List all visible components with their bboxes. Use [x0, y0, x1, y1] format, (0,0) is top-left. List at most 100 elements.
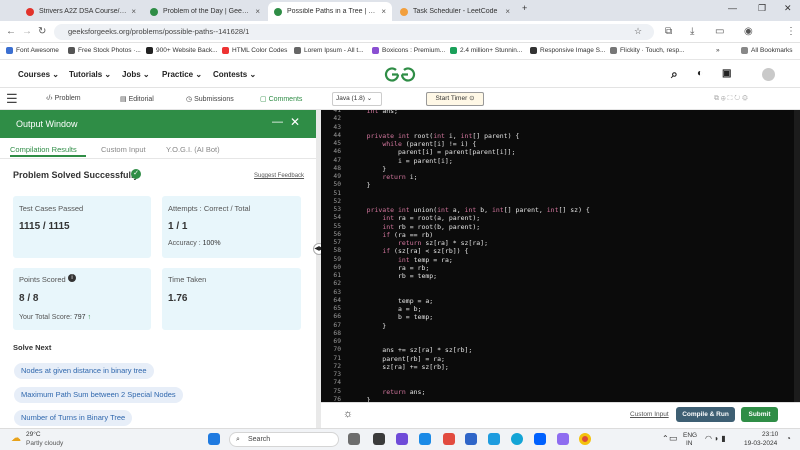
split-view-icon[interactable]: ▭ [715, 26, 724, 37]
avatar[interactable] [762, 68, 775, 81]
custom-input-link[interactable]: Custom Input [630, 411, 669, 418]
chrome-icon[interactable] [579, 433, 591, 445]
taskbar-app-icon[interactable] [511, 433, 523, 445]
taskbar-app-icon[interactable] [443, 433, 455, 445]
theme-toggle-icon[interactable]: ☼ [343, 408, 353, 420]
code-line[interactable]: int temp = ra; [351, 256, 453, 264]
tab-custom-input[interactable]: Custom Input [101, 145, 146, 154]
code-line[interactable]: int rb = root(b, parent); [351, 223, 480, 231]
taskbar-app-icon[interactable] [373, 433, 385, 445]
windows-start-icon[interactable] [208, 433, 220, 445]
code-line[interactable]: private int union(int a, int b, int[] pa… [351, 206, 590, 214]
code-line[interactable]: return ans; [351, 388, 425, 396]
code-line[interactable]: a = b; [351, 305, 422, 313]
notes-icon[interactable]: ▣ [722, 68, 731, 79]
search-icon[interactable]: ⌕ [671, 67, 678, 82]
menu-contests[interactable]: Contests ⌄ [213, 70, 256, 79]
language-bottom[interactable]: IN [686, 440, 693, 447]
editor-scrollbar[interactable] [794, 110, 800, 402]
suggest-feedback-link[interactable]: Suggest Feedback [254, 173, 304, 179]
next-problem-chip[interactable]: Number of Turns in Binary Tree [14, 410, 133, 426]
start-timer-button[interactable]: Start Timer ⊙ [426, 92, 484, 106]
taskbar-app-icon[interactable] [419, 433, 431, 445]
code-line[interactable]: } [351, 181, 371, 189]
menu-courses[interactable]: Courses ⌄ [18, 70, 59, 79]
tab-problem[interactable]: ‹/› Problem [46, 95, 81, 102]
browser-tab[interactable]: Strivers A2Z DSA Course/Sheet × [20, 2, 142, 21]
code-line[interactable]: temp = a; [351, 297, 433, 305]
submit-button[interactable]: Submit [741, 407, 778, 422]
code-line[interactable]: private int root(int i, int[] parent) { [351, 132, 520, 140]
close-window-icon[interactable]: ✕ [784, 3, 792, 14]
code-line[interactable]: ra = rb; [351, 264, 429, 272]
compile-run-button[interactable]: Compile & Run [676, 407, 735, 422]
code-line[interactable]: parent[rb] = ra; [351, 355, 445, 363]
close-icon[interactable]: × [255, 7, 260, 16]
tab-compilation-results[interactable]: Compilation Results [10, 145, 77, 154]
notification-icon[interactable]: ◔ [786, 434, 791, 443]
code-line[interactable]: return sz[ra] * sz[ra]; [351, 239, 488, 247]
taskbar-app-icon[interactable] [534, 433, 546, 445]
code-line[interactable]: while (parent[i] != i) { [351, 140, 476, 148]
bookmark-item[interactable]: HTML Color Codes [222, 47, 287, 54]
back-icon[interactable]: ← [6, 26, 16, 37]
wifi-icon[interactable]: ◠ ◗ ▮ [705, 434, 726, 443]
code-line[interactable]: sz[ra] += sz[rb]; [351, 363, 449, 371]
editor-settings-icon[interactable]: ⧉ ⊕ ⛶ ↻ ⚙ [714, 95, 748, 103]
bookmark-item[interactable]: 2.4 million+ Stunnin... [450, 47, 522, 54]
code-line[interactable]: b = temp; [351, 313, 433, 321]
tab-submissions[interactable]: ◷ Submissions [186, 95, 234, 103]
code-line[interactable]: } [351, 165, 386, 173]
close-icon[interactable]: ✕ [290, 115, 300, 129]
bookmark-item[interactable]: Lorem Ipsum - All t... [294, 47, 364, 54]
tray-chevron-icon[interactable]: ⌃ [662, 434, 669, 443]
browser-tab[interactable]: Task Scheduler - LeetCode × [394, 2, 516, 21]
close-icon[interactable]: × [381, 7, 386, 16]
code-line[interactable]: ans += sz[ra] * sz[rb]; [351, 346, 472, 354]
restore-window-icon[interactable]: ❐ [758, 3, 766, 14]
tab-comments[interactable]: ▢ Comments [260, 95, 302, 103]
menu-practice[interactable]: Practice ⌄ [162, 70, 202, 79]
browser-tab-active[interactable]: Possible Paths in a Tree | Practic × [268, 2, 392, 21]
minimize-icon[interactable]: — [272, 116, 283, 128]
next-problem-chip[interactable]: Nodes at given distance in binary tree [14, 363, 154, 379]
profile-icon[interactable]: ◉ [744, 26, 753, 37]
code-line[interactable]: int ans; [351, 110, 398, 115]
taskbar-app-icon[interactable] [348, 433, 360, 445]
more-bookmarks-icon[interactable]: » [716, 47, 720, 54]
code-line[interactable]: if (ra == rb) [351, 231, 433, 239]
dark-mode-icon[interactable]: ◐ [697, 68, 703, 79]
menu-jobs[interactable]: Jobs ⌄ [122, 70, 150, 79]
browser-tab[interactable]: Problem of the Day | GeeksforG × [144, 2, 266, 21]
bookmark-item[interactable]: Font Awesome [6, 47, 59, 54]
close-icon[interactable]: × [131, 7, 136, 16]
tab-editorial[interactable]: ▤ Editorial [120, 95, 154, 103]
next-problem-chip[interactable]: Maximum Path Sum between 2 Special Nodes [14, 387, 183, 403]
tray-app-icon[interactable]: ▭ [669, 433, 678, 444]
taskbar-search-input[interactable]: ⌕ Search [229, 432, 339, 447]
code-line[interactable]: return i; [351, 173, 417, 181]
taskbar-app-icon[interactable] [557, 433, 569, 445]
code-line[interactable]: int ra = root(a, parent); [351, 214, 480, 222]
menu-kebab-icon[interactable]: ⋮ [786, 26, 796, 37]
clock-time[interactable]: 23:10 [762, 431, 778, 438]
bookmark-item[interactable]: 900+ Website Back... [146, 47, 217, 54]
taskbar-app-icon[interactable] [465, 433, 477, 445]
reload-icon[interactable]: ↻ [38, 26, 46, 37]
language-top[interactable]: ENG [683, 432, 697, 439]
extensions-icon[interactable]: ⧉ [665, 26, 672, 37]
close-icon[interactable]: × [505, 7, 510, 16]
download-icon[interactable]: ⤓ [690, 26, 694, 37]
code-line[interactable]: i = parent[i]; [351, 157, 453, 165]
info-icon[interactable]: i [68, 274, 76, 282]
code-line[interactable]: rb = temp; [351, 272, 437, 280]
code-line[interactable]: parent[i] = parent[parent[i]]; [351, 148, 515, 156]
bookmark-item[interactable]: Boxicons : Premium... [372, 47, 445, 54]
bookmark-item[interactable]: Free Stock Photos ·... [68, 47, 141, 54]
tab-yogi-bot[interactable]: Y.O.G.I. (AI Bot) [166, 145, 220, 154]
gfg-logo-icon[interactable] [384, 67, 416, 82]
forward-icon[interactable]: → [22, 26, 32, 37]
all-bookmarks[interactable]: All Bookmarks [741, 47, 793, 54]
bookmark-item[interactable]: Responsive Image S... [530, 47, 605, 54]
clock-date[interactable]: 19-03-2024 [744, 440, 777, 447]
